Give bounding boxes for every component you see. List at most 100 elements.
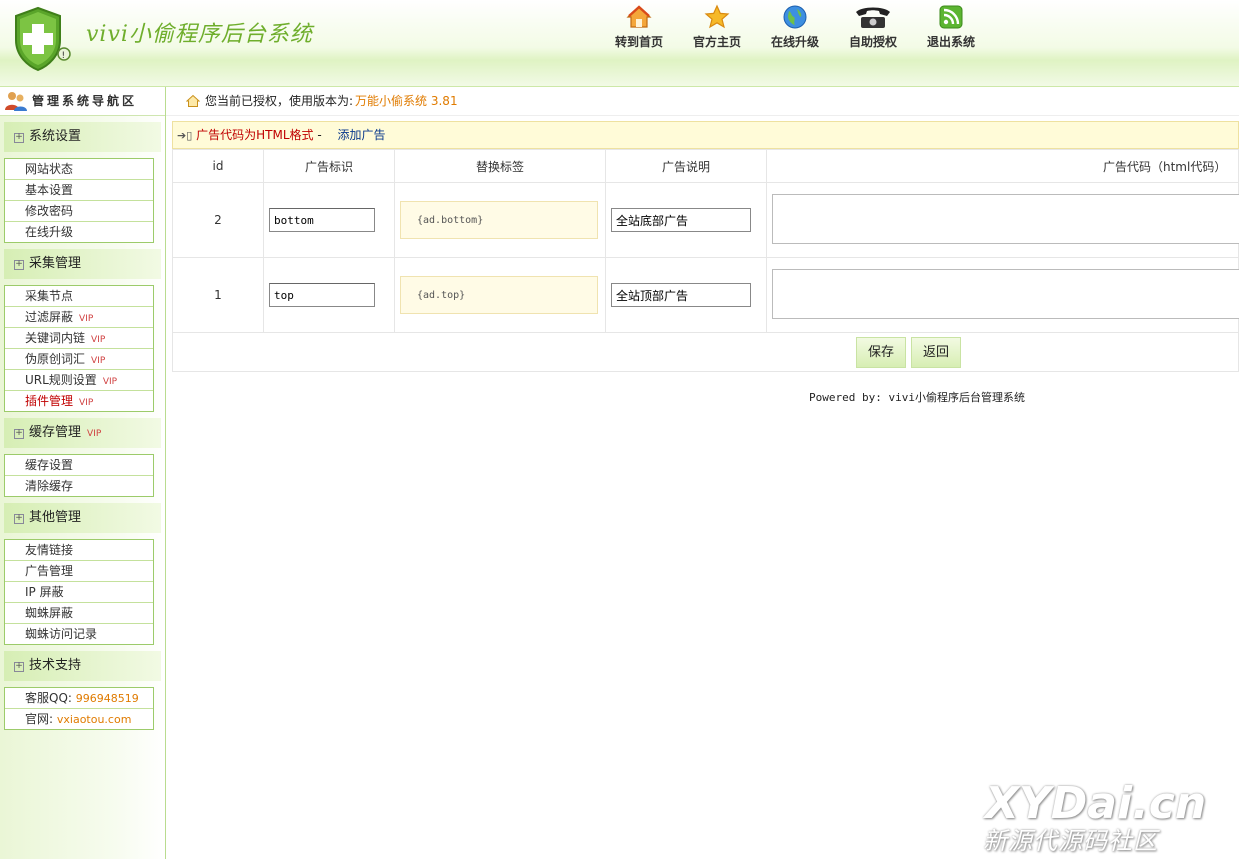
sidebar-item-filter-block[interactable]: 过滤屏蔽 VIP bbox=[5, 307, 153, 328]
expand-icon: + bbox=[14, 428, 24, 439]
row-id: 2 bbox=[172, 182, 264, 258]
sidebar-item-friend-links[interactable]: 友情链接 bbox=[5, 540, 153, 561]
status-text: 您当前已授权，使用版本为: bbox=[205, 94, 354, 108]
ad-code-textarea[interactable] bbox=[772, 268, 1239, 319]
row-id: 1 bbox=[172, 257, 264, 333]
sidebar-item-online-upgrade[interactable]: 在线升级 bbox=[5, 222, 153, 242]
mark-cell bbox=[263, 182, 395, 258]
group-items: 友情链接 广告管理 IP 屏蔽 蜘蛛屏蔽 蜘蛛访问记录 bbox=[4, 539, 154, 645]
sidebar-item-collect-nodes[interactable]: 采集节点 bbox=[5, 286, 153, 307]
sidebar-item-site-status[interactable]: 网站状态 bbox=[5, 159, 153, 180]
shield-logo-icon: ! bbox=[8, 6, 74, 72]
desc-cell bbox=[605, 182, 767, 258]
sidebar-item-ad-management[interactable]: 广告管理 bbox=[5, 561, 153, 582]
sidebar-header: 管理系统导航区 bbox=[0, 87, 165, 116]
separator: - bbox=[317, 128, 322, 142]
ad-table: id 广告标识 替换标签 广告说明 广告代码（html代码） 2 {ad.bot… bbox=[172, 149, 1239, 333]
status-bar: 您当前已授权，使用版本为: 万能小偷系统 3.81 bbox=[166, 87, 1239, 116]
replace-tag: {ad.bottom} bbox=[400, 201, 598, 239]
header: ! vivi小偷程序后台系统 转到首页 官方主页 在线升级 自助授权 退出系统 bbox=[0, 0, 1239, 87]
support-website[interactable]: 官网: vxiaotou.com bbox=[5, 709, 153, 729]
group-cache-management[interactable]: + 缓存管理 VIP bbox=[4, 418, 161, 448]
mark-input[interactable] bbox=[269, 283, 375, 307]
sidebar-item-ip-block[interactable]: IP 屏蔽 bbox=[5, 582, 153, 603]
sidebar-item-url-rules[interactable]: URL规则设置 VIP bbox=[5, 370, 153, 391]
desc-cell bbox=[605, 257, 767, 333]
group-items: 网站状态 基本设置 修改密码 在线升级 bbox=[4, 158, 154, 243]
group-other-management[interactable]: + 其他管理 bbox=[4, 503, 161, 533]
app-title: vivi小偷程序后台系统 bbox=[86, 22, 313, 47]
svg-text:!: ! bbox=[62, 51, 66, 61]
vip-badge: VIP bbox=[102, 377, 118, 387]
footer: Powered by: vivi小偷程序后台管理系统 bbox=[809, 391, 1025, 404]
watermark-sub: 新源代源码社区 bbox=[983, 827, 1158, 855]
support-qq: 客服QQ: 996948519 bbox=[5, 688, 153, 709]
nav-online-upgrade[interactable]: 在线升级 bbox=[756, 4, 834, 50]
rss-icon bbox=[939, 5, 963, 29]
col-id: id bbox=[172, 149, 264, 183]
ad-code-textarea[interactable] bbox=[772, 193, 1239, 244]
expand-icon: + bbox=[14, 513, 24, 524]
nav-official-site[interactable]: 官方主页 bbox=[678, 4, 756, 50]
vip-badge: VIP bbox=[91, 335, 106, 345]
expand-icon: + bbox=[14, 661, 24, 672]
sidebar-item-change-password[interactable]: 修改密码 bbox=[5, 201, 153, 222]
panel-title: 广告代码为HTML格式 bbox=[196, 128, 314, 142]
telephone-icon bbox=[856, 7, 890, 28]
group-collect-management[interactable]: + 采集管理 bbox=[4, 249, 161, 279]
table-row: 1 {ad.top} bbox=[172, 257, 1239, 333]
sidebar-item-clear-cache[interactable]: 清除缓存 bbox=[5, 476, 153, 496]
tag-cell: {ad.bottom} bbox=[394, 182, 606, 258]
mark-cell bbox=[263, 257, 395, 333]
mark-input[interactable] bbox=[269, 208, 375, 232]
group-tech-support[interactable]: + 技术支持 bbox=[4, 651, 161, 681]
add-ad-link[interactable]: 添加广告 bbox=[338, 128, 386, 142]
watermark: XYDai.cn 新源代源码社区 bbox=[983, 778, 1225, 855]
table-row: 2 {ad.bottom} bbox=[172, 182, 1239, 258]
expand-icon: + bbox=[14, 132, 24, 143]
home-icon bbox=[626, 5, 652, 28]
save-button[interactable]: 保存 bbox=[856, 337, 907, 368]
ad-panel: ➔▯ 广告代码为HTML格式 - 添加广告 id 广告标识 替换标签 广告说明 … bbox=[172, 121, 1239, 372]
desc-input[interactable] bbox=[611, 208, 751, 232]
sidebar-item-keyword-links[interactable]: 关键词内链 VIP bbox=[5, 328, 153, 349]
col-mark: 广告标识 bbox=[263, 149, 395, 183]
desc-input[interactable] bbox=[611, 283, 751, 307]
version-value: 万能小偷系统 3.81 bbox=[355, 94, 458, 108]
vip-badge: VIP bbox=[79, 314, 94, 324]
sidebar-item-spider-log[interactable]: 蜘蛛访问记录 bbox=[5, 624, 153, 644]
expand-icon: + bbox=[14, 259, 24, 270]
main-content: 您当前已授权，使用版本为: 万能小偷系统 3.81 ➔▯ 广告代码为HTML格式… bbox=[166, 87, 1239, 859]
nav-home[interactable]: 转到首页 bbox=[600, 4, 678, 50]
sidebar-item-pseudo-original[interactable]: 伪原创词汇 VIP bbox=[5, 349, 153, 370]
back-button[interactable]: 返回 bbox=[911, 337, 962, 368]
sidebar-item-plugin-management[interactable]: 插件管理 VIP bbox=[5, 391, 153, 411]
sidebar-item-basic-settings[interactable]: 基本设置 bbox=[5, 180, 153, 201]
top-nav: 转到首页 官方主页 在线升级 自助授权 退出系统 bbox=[600, 4, 990, 50]
watermark-main: XYDai.cn bbox=[985, 778, 1207, 829]
group-items: 采集节点 过滤屏蔽 VIP 关键词内链 VIP 伪原创词汇 VIP URL规则设置 VI… bbox=[4, 285, 154, 412]
arrow-doc-icon: ➔▯ bbox=[177, 129, 193, 142]
code-cell bbox=[766, 257, 1239, 333]
col-tag: 替换标签 bbox=[394, 149, 606, 183]
sidebar-item-cache-settings[interactable]: 缓存设置 bbox=[5, 455, 153, 476]
home-icon bbox=[186, 94, 200, 107]
sidebar-item-spider-block[interactable]: 蜘蛛屏蔽 bbox=[5, 603, 153, 624]
tag-cell: {ad.top} bbox=[394, 257, 606, 333]
panel-header: ➔▯ 广告代码为HTML格式 - 添加广告 bbox=[172, 121, 1239, 149]
col-desc: 广告说明 bbox=[605, 149, 767, 183]
table-header: id 广告标识 替换标签 广告说明 广告代码（html代码） bbox=[172, 149, 1239, 183]
group-system-settings[interactable]: + 系统设置 bbox=[4, 122, 161, 152]
col-code: 广告代码（html代码） bbox=[766, 149, 1239, 183]
globe-icon bbox=[783, 5, 807, 29]
star-icon bbox=[704, 4, 730, 29]
users-icon bbox=[5, 92, 27, 111]
nav-logout[interactable]: 退出系统 bbox=[912, 4, 990, 50]
vip-badge: VIP bbox=[91, 356, 106, 366]
vip-badge: VIP bbox=[87, 429, 102, 439]
sidebar: 管理系统导航区 + 系统设置 网站状态 基本设置 修改密码 在线升级 + 采集管理 … bbox=[0, 87, 166, 859]
button-row: 保存 返回 bbox=[172, 333, 1239, 372]
vip-badge: VIP bbox=[79, 398, 94, 408]
group-items: 客服QQ: 996948519 官网: vxiaotou.com bbox=[4, 687, 154, 730]
nav-self-authorize[interactable]: 自助授权 bbox=[834, 4, 912, 50]
